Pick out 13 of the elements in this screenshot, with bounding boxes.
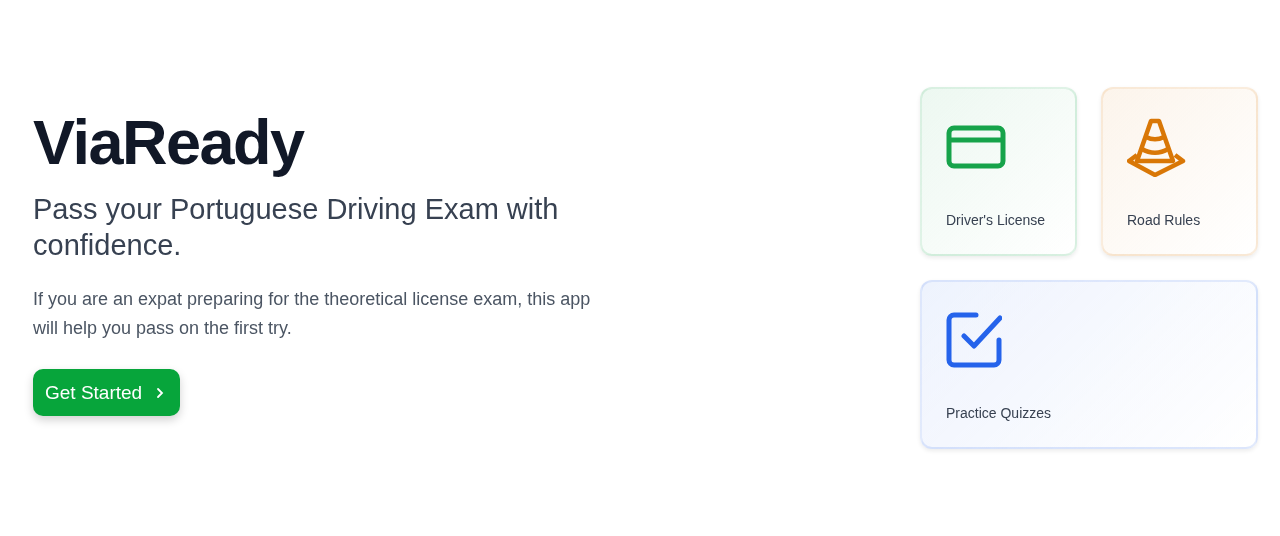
card-label: Road Rules <box>1127 212 1202 228</box>
feature-card[interactable]: Practice Quizzes <box>920 280 1258 449</box>
card-label: Practice Quizzes <box>946 405 1053 421</box>
app-title: ViaReady <box>33 107 306 178</box>
feature-card[interactable]: Driver's License <box>920 87 1077 256</box>
checkbox-icon <box>946 312 1002 368</box>
card-label: Driver's License <box>946 212 1047 228</box>
subtitle: Pass your Portuguese Driving Exam with confidence. <box>33 192 560 264</box>
description: If you are an expat preparing for the theoretical license exam, this app will help you pass on the first try. <box>33 288 592 341</box>
traffic-cone-icon <box>1127 117 1187 177</box>
chevron-right-icon <box>156 386 165 399</box>
feature-card[interactable]: Road Rules <box>1101 87 1258 256</box>
credit-card-icon <box>946 125 1006 169</box>
